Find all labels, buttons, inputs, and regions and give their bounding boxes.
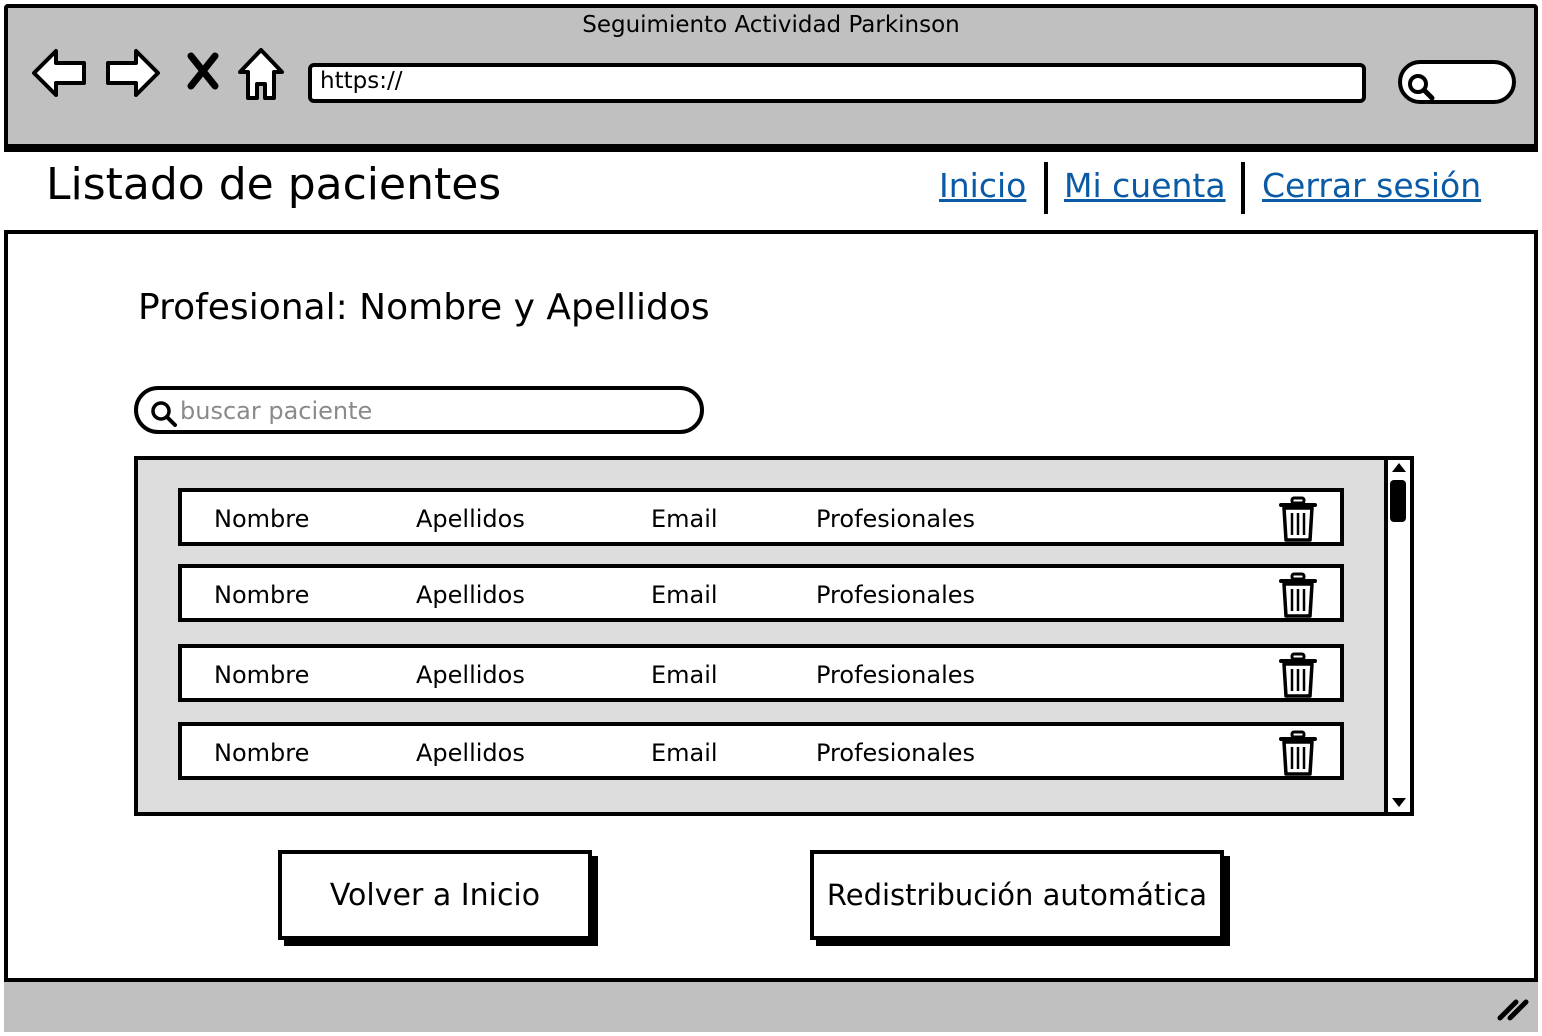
patient-nombre: Nombre — [214, 505, 310, 533]
auto-redistribute-button[interactable]: Redistribución automática — [810, 850, 1224, 940]
patient-profesionales: Profesionales — [816, 739, 975, 767]
patient-search-input[interactable] — [178, 394, 682, 428]
patient-row[interactable]: Nombre Apellidos Email Profesionales — [178, 488, 1344, 546]
nav-link-mi-cuenta[interactable]: Mi cuenta — [1064, 164, 1226, 208]
resize-grip-icon[interactable] — [1496, 996, 1530, 1022]
nav-link-cerrar-sesion[interactable]: Cerrar sesión — [1262, 164, 1481, 208]
patient-profesionales: Profesionales — [816, 581, 975, 609]
patient-profesionales: Profesionales — [816, 661, 975, 689]
patient-nombre: Nombre — [214, 661, 310, 689]
patient-row[interactable]: Nombre Apellidos Email Profesionales — [178, 644, 1344, 702]
page-title: Listado de pacientes — [46, 159, 502, 210]
professional-label: Profesional: Nombre y Apellidos — [138, 287, 710, 328]
patient-search-box[interactable] — [134, 386, 704, 434]
nav-separator — [1241, 162, 1245, 214]
scroll-down-arrow-icon[interactable] — [1388, 796, 1410, 810]
patient-profesionales: Profesionales — [816, 505, 975, 533]
url-bar[interactable] — [308, 63, 1366, 103]
patient-apellidos: Apellidos — [416, 739, 525, 767]
url-text[interactable]: https:// — [320, 66, 402, 96]
forward-arrow-icon[interactable] — [104, 46, 162, 100]
patient-apellidos: Apellidos — [416, 661, 525, 689]
scroll-up-arrow-icon[interactable] — [1388, 460, 1410, 474]
stop-x-icon[interactable] — [186, 52, 220, 90]
search-icon — [1408, 74, 1435, 101]
trash-icon[interactable] — [1278, 730, 1318, 778]
patient-email: Email — [651, 661, 718, 689]
patient-row[interactable]: Nombre Apellidos Email Profesionales — [178, 564, 1344, 622]
back-arrow-icon[interactable] — [30, 46, 88, 100]
patient-row[interactable]: Nombre Apellidos Email Profesionales — [178, 722, 1344, 780]
home-icon[interactable] — [236, 46, 286, 102]
patient-email: Email — [651, 505, 718, 533]
window-title: Seguimiento Actividad Parkinson — [582, 12, 960, 38]
patient-nombre: Nombre — [214, 739, 310, 767]
trash-icon[interactable] — [1278, 652, 1318, 700]
nav-link-inicio[interactable]: Inicio — [939, 164, 1026, 208]
nav-separator — [1044, 162, 1048, 214]
patient-apellidos: Apellidos — [416, 505, 525, 533]
search-icon — [151, 401, 177, 427]
patient-nombre: Nombre — [214, 581, 310, 609]
browser-search-field[interactable] — [1398, 60, 1516, 104]
trash-icon[interactable] — [1278, 496, 1318, 544]
patient-email: Email — [651, 581, 718, 609]
status-bar — [4, 978, 1538, 1032]
trash-icon[interactable] — [1278, 572, 1318, 620]
back-to-home-button[interactable]: Volver a Inicio — [278, 850, 592, 940]
patient-email: Email — [651, 739, 718, 767]
patient-apellidos: Apellidos — [416, 581, 525, 609]
scroll-thumb[interactable] — [1390, 480, 1406, 522]
